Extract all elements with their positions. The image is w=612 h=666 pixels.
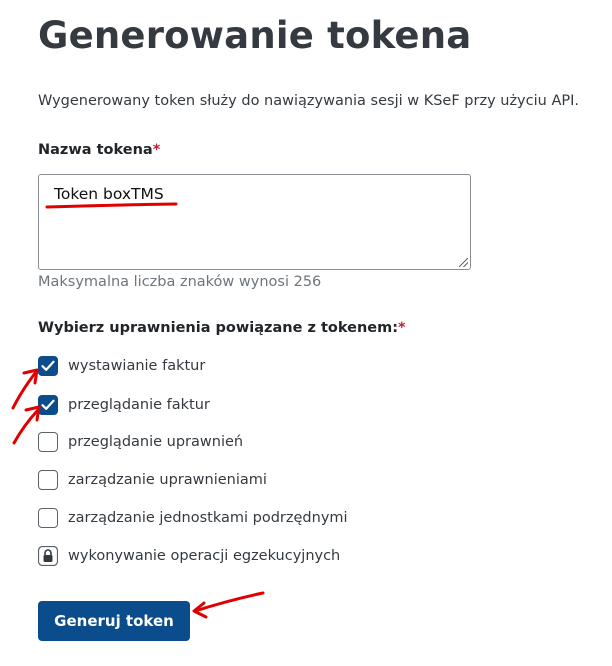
checkbox-unchecked[interactable] — [38, 432, 58, 452]
page-description: Wygenerowany token służy do nawiązywania… — [38, 93, 579, 109]
page-title: Generowanie tokena — [38, 14, 472, 57]
required-asterisk: * — [398, 320, 406, 336]
permission-label: zarządzanie jednostkami podrzędnymi — [68, 510, 348, 526]
checkmark-icon — [41, 360, 55, 371]
lock-icon — [38, 546, 58, 566]
token-name-value: Token boxTMS — [54, 185, 164, 203]
permission-view-invoices[interactable]: przeglądanie faktur — [38, 394, 210, 416]
permission-issue-invoices[interactable]: wystawianie faktur — [38, 355, 205, 377]
annotation-arrow-icon — [192, 591, 265, 619]
checkbox-unchecked[interactable] — [38, 508, 58, 528]
permissions-label: Wybierz uprawnienia powiązane z tokenem:… — [38, 320, 406, 336]
permission-label: przeglądanie uprawnień — [68, 434, 244, 450]
token-name-hint: Maksymalna liczba znaków wynosi 256 — [38, 274, 322, 290]
annotation-arrow-icon — [12, 405, 41, 445]
permission-label: wykonywanie operacji egzekucyjnych — [68, 548, 341, 564]
token-name-textarea[interactable]: Token boxTMS — [38, 174, 471, 270]
permission-label: wystawianie faktur — [68, 358, 206, 374]
permissions-label-text: Wybierz uprawnienia powiązane z tokenem: — [38, 320, 399, 336]
permission-view-permissions[interactable]: przeglądanie uprawnień — [38, 431, 243, 453]
locked-checkbox — [38, 546, 58, 566]
checkbox-unchecked[interactable] — [38, 470, 58, 490]
permission-manage-subunits[interactable]: zarządzanie jednostkami podrzędnymi — [38, 507, 348, 529]
checkmark-icon — [41, 399, 55, 410]
permission-label: przeglądanie faktur — [68, 397, 210, 413]
checkbox-checked[interactable] — [38, 356, 58, 376]
annotation-arrow-icon — [11, 368, 39, 410]
required-asterisk: * — [152, 142, 161, 158]
token-name-label-text: Nazwa tokena — [38, 142, 153, 158]
resize-handle-icon[interactable] — [459, 258, 468, 267]
permission-enforcement-operations: wykonywanie operacji egzekucyjnych — [38, 545, 340, 567]
checkbox-checked[interactable] — [38, 395, 58, 415]
permission-manage-permissions[interactable]: zarządzanie uprawnieniami — [38, 469, 267, 491]
token-name-label: Nazwa tokena* — [38, 142, 160, 158]
generate-token-button[interactable]: Generuj token — [38, 601, 190, 641]
permission-label: zarządzanie uprawnieniami — [68, 472, 267, 488]
